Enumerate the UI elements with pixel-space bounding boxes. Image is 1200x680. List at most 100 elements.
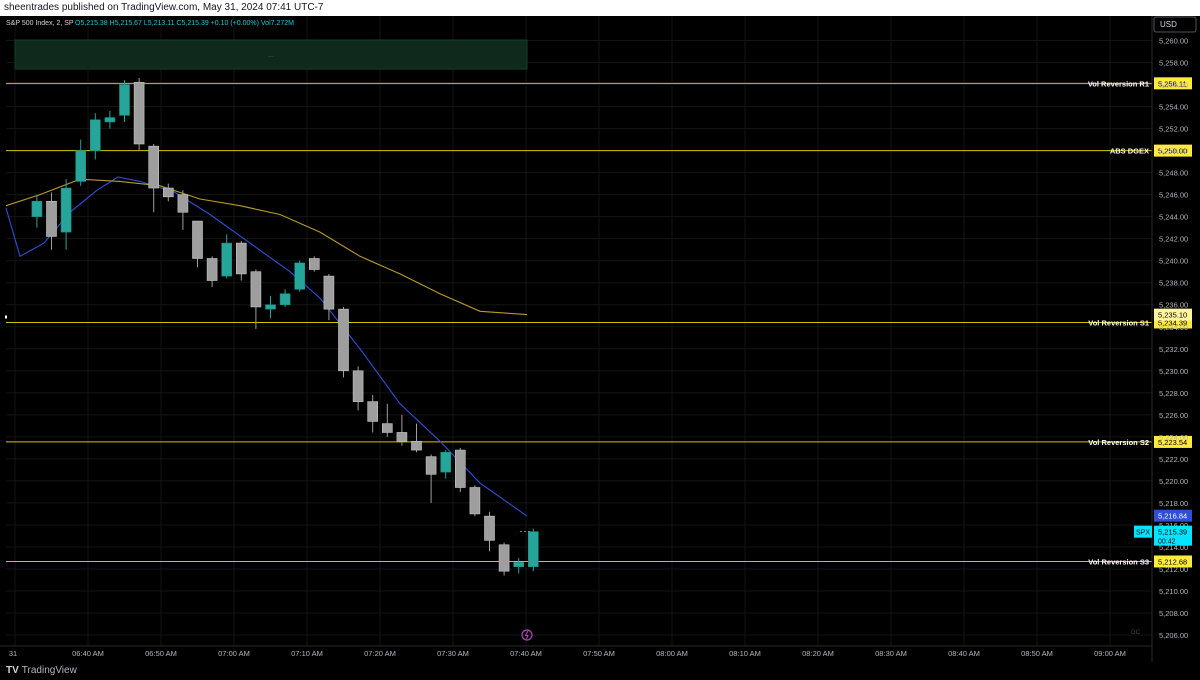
time-tick-label: 08:50 AM — [1021, 649, 1053, 658]
candle-body[interactable] — [236, 242, 247, 275]
price-tick-label: 5,244.00 — [1159, 213, 1188, 222]
candle-body[interactable] — [221, 242, 232, 277]
candle-body[interactable] — [133, 82, 145, 145]
price-tick-label: 5,254.00 — [1159, 103, 1188, 112]
time-tick-label: 09:00 AM — [1094, 649, 1126, 658]
candle-body[interactable] — [250, 271, 262, 308]
candle-body[interactable] — [192, 220, 203, 259]
price-tick-label: 5,238.00 — [1159, 279, 1188, 288]
publish-info: sheentrades published on TradingView.com… — [4, 2, 324, 13]
time-tick-label: 08:40 AM — [948, 649, 980, 658]
last-price-label: 5,215.39 — [1158, 528, 1187, 537]
candle-body[interactable] — [279, 293, 291, 306]
slow-ma-price-tag: 5,235.10 — [1158, 311, 1187, 320]
time-tick-label: 07:40 AM — [510, 649, 542, 658]
level-name: ABS DGEX — [1110, 147, 1149, 156]
candle-body[interactable] — [206, 258, 218, 281]
candle-body[interactable] — [396, 432, 408, 442]
candle-body[interactable] — [484, 515, 495, 541]
publish-bar: sheentrades published on TradingView.com… — [0, 0, 1200, 16]
candle-body[interactable] — [294, 262, 306, 290]
footer: TV TradingView — [0, 662, 1200, 680]
price-tick-label: 5,246.00 — [1159, 191, 1188, 200]
price-tick-label: 5,222.00 — [1159, 455, 1188, 464]
time-tick-label: 08:10 AM — [729, 649, 761, 658]
candle-body[interactable] — [527, 531, 539, 568]
candle-body[interactable] — [440, 451, 452, 473]
candle-body[interactable] — [498, 544, 510, 572]
candle-body[interactable] — [119, 84, 130, 116]
price-tick-label: 5,236.00 — [1159, 301, 1188, 310]
price-tick-label: 5,250.00 — [1159, 147, 1188, 156]
candle-body[interactable] — [31, 200, 43, 217]
time-tick-label: 31 — [9, 649, 17, 658]
candle-body[interactable] — [148, 145, 159, 189]
price-tick-label: 5,226.00 — [1159, 411, 1188, 420]
grid — [6, 16, 1152, 646]
candle-body[interactable] — [75, 150, 86, 182]
fast-ma-price-tag: 5,216.84 — [1158, 512, 1187, 521]
candle-body[interactable] — [90, 119, 101, 151]
price-tick-label: 5,224.00 — [1159, 433, 1188, 442]
time-tick-label: 07:30 AM — [437, 649, 469, 658]
slow-ma-line[interactable] — [5, 178, 528, 316]
candle-body[interactable] — [177, 194, 189, 213]
time-tick-label: 06:40 AM — [72, 649, 104, 658]
countdown-label: 00:42 — [1158, 539, 1176, 546]
time-axis: 31 06:40 AM 06:50 AM 07:00 AM 07:10 AM 07:20 … — [0, 645, 1152, 658]
candle-body[interactable] — [163, 187, 174, 198]
price-tick-label: 5,230.00 — [1159, 367, 1188, 376]
level-handle[interactable] — [5, 315, 7, 319]
candle-body[interactable] — [381, 423, 393, 433]
candle-body[interactable] — [323, 275, 335, 310]
price-tick-label: 5,240.00 — [1159, 257, 1188, 266]
price-tick-label: 5,208.00 — [1159, 609, 1188, 618]
level-name: Vol Reversion S3 — [1088, 557, 1149, 566]
candle-body[interactable] — [425, 456, 437, 475]
level-name: Vol Reversion S1 — [1088, 318, 1149, 327]
candle-body[interactable] — [60, 187, 72, 233]
time-tick-label: 07:00 AM — [218, 649, 250, 658]
time-tick-label: 07:20 AM — [364, 649, 396, 658]
price-tick-label: 5,258.00 — [1159, 59, 1188, 68]
supply-zone-marker: --- — [268, 54, 274, 60]
candle-body[interactable] — [104, 117, 116, 123]
candle-body[interactable] — [352, 370, 364, 402]
candle-body[interactable] — [338, 308, 349, 372]
level-name: Vol Reversion R1 — [1088, 79, 1149, 88]
indicator-watermark: GC — [1131, 630, 1141, 636]
candle-body[interactable] — [367, 401, 379, 422]
time-tick-label: 08:00 AM — [656, 649, 688, 658]
tradingview-mark-icon: TV — [6, 665, 19, 676]
tradingview-brand: TradingView — [21, 665, 77, 676]
time-tick-label: 07:10 AM — [291, 649, 323, 658]
tradingview-logo[interactable]: TV TradingView — [6, 665, 77, 676]
price-tick-label: 5,228.00 — [1159, 389, 1188, 398]
symbol-tag-label: SPX — [1136, 530, 1150, 537]
legend-ohlc: O5,215.38 H5,215.67 L5,213.11 C5,215.39 … — [75, 20, 294, 27]
currency-label: USD — [1160, 20, 1177, 29]
candle-body[interactable] — [411, 440, 422, 451]
candle-body[interactable] — [265, 304, 276, 310]
price-tick-label: 5,210.00 — [1159, 587, 1188, 596]
price-tick-label: 5,248.00 — [1159, 169, 1188, 178]
chart-canvas[interactable]: --- Vol Reversion R1 5,256.11ABS DGEX 5,25… — [0, 16, 1200, 662]
price-tick-label: 5,218.00 — [1159, 499, 1188, 508]
time-tick-label: 07:50 AM — [583, 649, 615, 658]
price-tick-label: 5,256.00 — [1159, 81, 1188, 90]
time-tick-label: 06:50 AM — [145, 649, 177, 658]
candle-body[interactable] — [513, 562, 525, 568]
candle-body[interactable] — [308, 258, 320, 270]
candle-body[interactable] — [454, 449, 466, 488]
price-tick-label: 5,212.00 — [1159, 565, 1188, 574]
price-tick-label: 5,260.00 — [1159, 37, 1188, 46]
candle-body[interactable] — [469, 487, 481, 515]
time-tick-label: 08:30 AM — [875, 649, 907, 658]
time-tick-label: 08:20 AM — [802, 649, 834, 658]
chart-area[interactable]: --- Vol Reversion R1 5,256.11 ABS DGEX 5,25… — [0, 16, 1200, 662]
price-tags: 5,235.10 5,216.84 5,215.39 00:42 SPX — [520, 308, 1192, 546]
price-tick-label: 5,234.00 — [1159, 323, 1188, 332]
price-tick-label: 5,242.00 — [1159, 235, 1188, 244]
candle-body[interactable] — [46, 200, 57, 237]
legend-symbol: S&P 500 Index, 2, SP — [6, 20, 74, 27]
